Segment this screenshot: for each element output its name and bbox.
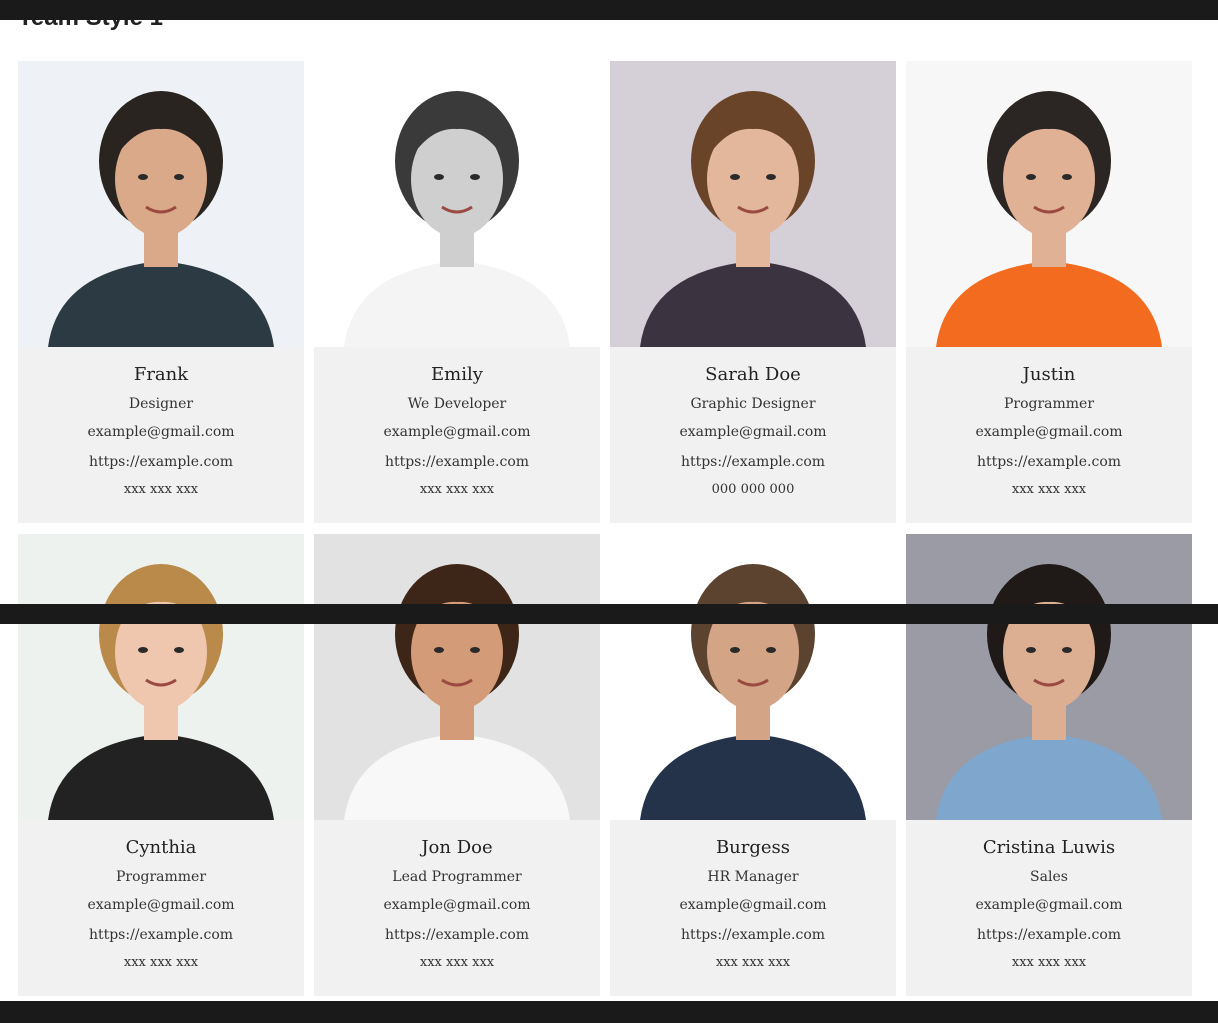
member-website[interactable]: https://example.com	[610, 453, 896, 471]
member-role: Graphic Designer	[690, 396, 816, 412]
member-name: Jon Doe	[421, 837, 493, 858]
portrait-image	[314, 61, 600, 347]
member-photo	[906, 534, 1192, 820]
member-name: Emily	[431, 364, 483, 385]
member-role: Programmer	[1003, 396, 1095, 412]
member-website[interactable]: https://example.com	[18, 453, 304, 471]
member-role: We Developer	[407, 396, 507, 412]
member-photo	[18, 61, 304, 347]
member-phone: xxx xxx xxx	[419, 482, 495, 497]
member-role: HR Manager	[707, 869, 799, 885]
member-name: Cynthia	[125, 837, 197, 858]
portrait-image	[906, 534, 1192, 820]
member-email[interactable]: example@gmail.com	[610, 896, 896, 914]
member-photo	[610, 534, 896, 820]
member-name: Cristina Luwis	[982, 837, 1116, 858]
member-phone: xxx xxx xxx	[123, 482, 199, 497]
member-info: Jon Doe Lead Programmer example@gmail.co…	[314, 820, 600, 972]
member-info: Emily We Developer example@gmail.com htt…	[314, 347, 600, 499]
team-card-justin: Justin Programmer example@gmail.com http…	[906, 61, 1192, 523]
member-website[interactable]: https://example.com	[906, 453, 1192, 471]
member-photo	[18, 534, 304, 820]
portrait-image	[18, 534, 304, 820]
member-info: Burgess HR Manager example@gmail.com htt…	[610, 820, 896, 972]
member-name: Justin	[1022, 364, 1076, 385]
member-website[interactable]: https://example.com	[610, 926, 896, 944]
member-photo	[314, 61, 600, 347]
team-card-frank: Frank Designer example@gmail.com https:/…	[18, 61, 304, 523]
member-phone: xxx xxx xxx	[419, 955, 495, 970]
member-phone: xxx xxx xxx	[715, 955, 791, 970]
portrait-image	[906, 61, 1192, 347]
portrait-image	[610, 534, 896, 820]
member-website[interactable]: https://example.com	[906, 926, 1192, 944]
member-role: Designer	[128, 396, 194, 412]
member-phone: xxx xxx xxx	[1011, 955, 1087, 970]
member-name: Burgess	[715, 837, 791, 858]
member-email[interactable]: example@gmail.com	[906, 423, 1192, 441]
member-email[interactable]: example@gmail.com	[314, 896, 600, 914]
member-email[interactable]: example@gmail.com	[906, 896, 1192, 914]
member-website[interactable]: https://example.com	[314, 453, 600, 471]
member-phone: xxx xxx xxx	[123, 955, 199, 970]
member-phone: 000 000 000	[711, 482, 795, 497]
middle-black-bar	[0, 604, 1218, 624]
member-name: Frank	[133, 364, 189, 385]
member-photo	[610, 61, 896, 347]
member-website[interactable]: https://example.com	[314, 926, 600, 944]
portrait-image	[18, 61, 304, 347]
bottom-black-bar	[0, 1001, 1218, 1023]
member-info: Sarah Doe Graphic Designer example@gmail…	[610, 347, 896, 499]
portrait-image	[610, 61, 896, 347]
member-info: Cynthia Programmer example@gmail.com htt…	[18, 820, 304, 972]
team-card-emily: Emily We Developer example@gmail.com htt…	[314, 61, 600, 523]
member-email[interactable]: example@gmail.com	[314, 423, 600, 441]
member-info: Cristina Luwis Sales example@gmail.com h…	[906, 820, 1192, 972]
member-role: Programmer	[115, 869, 207, 885]
member-role: Lead Programmer	[392, 869, 522, 885]
member-photo	[906, 61, 1192, 347]
portrait-image	[314, 534, 600, 820]
team-card-sarah-doe: Sarah Doe Graphic Designer example@gmail…	[610, 61, 896, 523]
member-email[interactable]: example@gmail.com	[18, 896, 304, 914]
member-info: Frank Designer example@gmail.com https:/…	[18, 347, 304, 499]
member-name: Sarah Doe	[705, 364, 801, 385]
member-info: Justin Programmer example@gmail.com http…	[906, 347, 1192, 499]
member-website[interactable]: https://example.com	[18, 926, 304, 944]
member-photo	[314, 534, 600, 820]
top-black-bar	[0, 0, 1218, 20]
member-email[interactable]: example@gmail.com	[18, 423, 304, 441]
member-email[interactable]: example@gmail.com	[610, 423, 896, 441]
member-phone: xxx xxx xxx	[1011, 482, 1087, 497]
member-role: Sales	[1030, 869, 1068, 885]
